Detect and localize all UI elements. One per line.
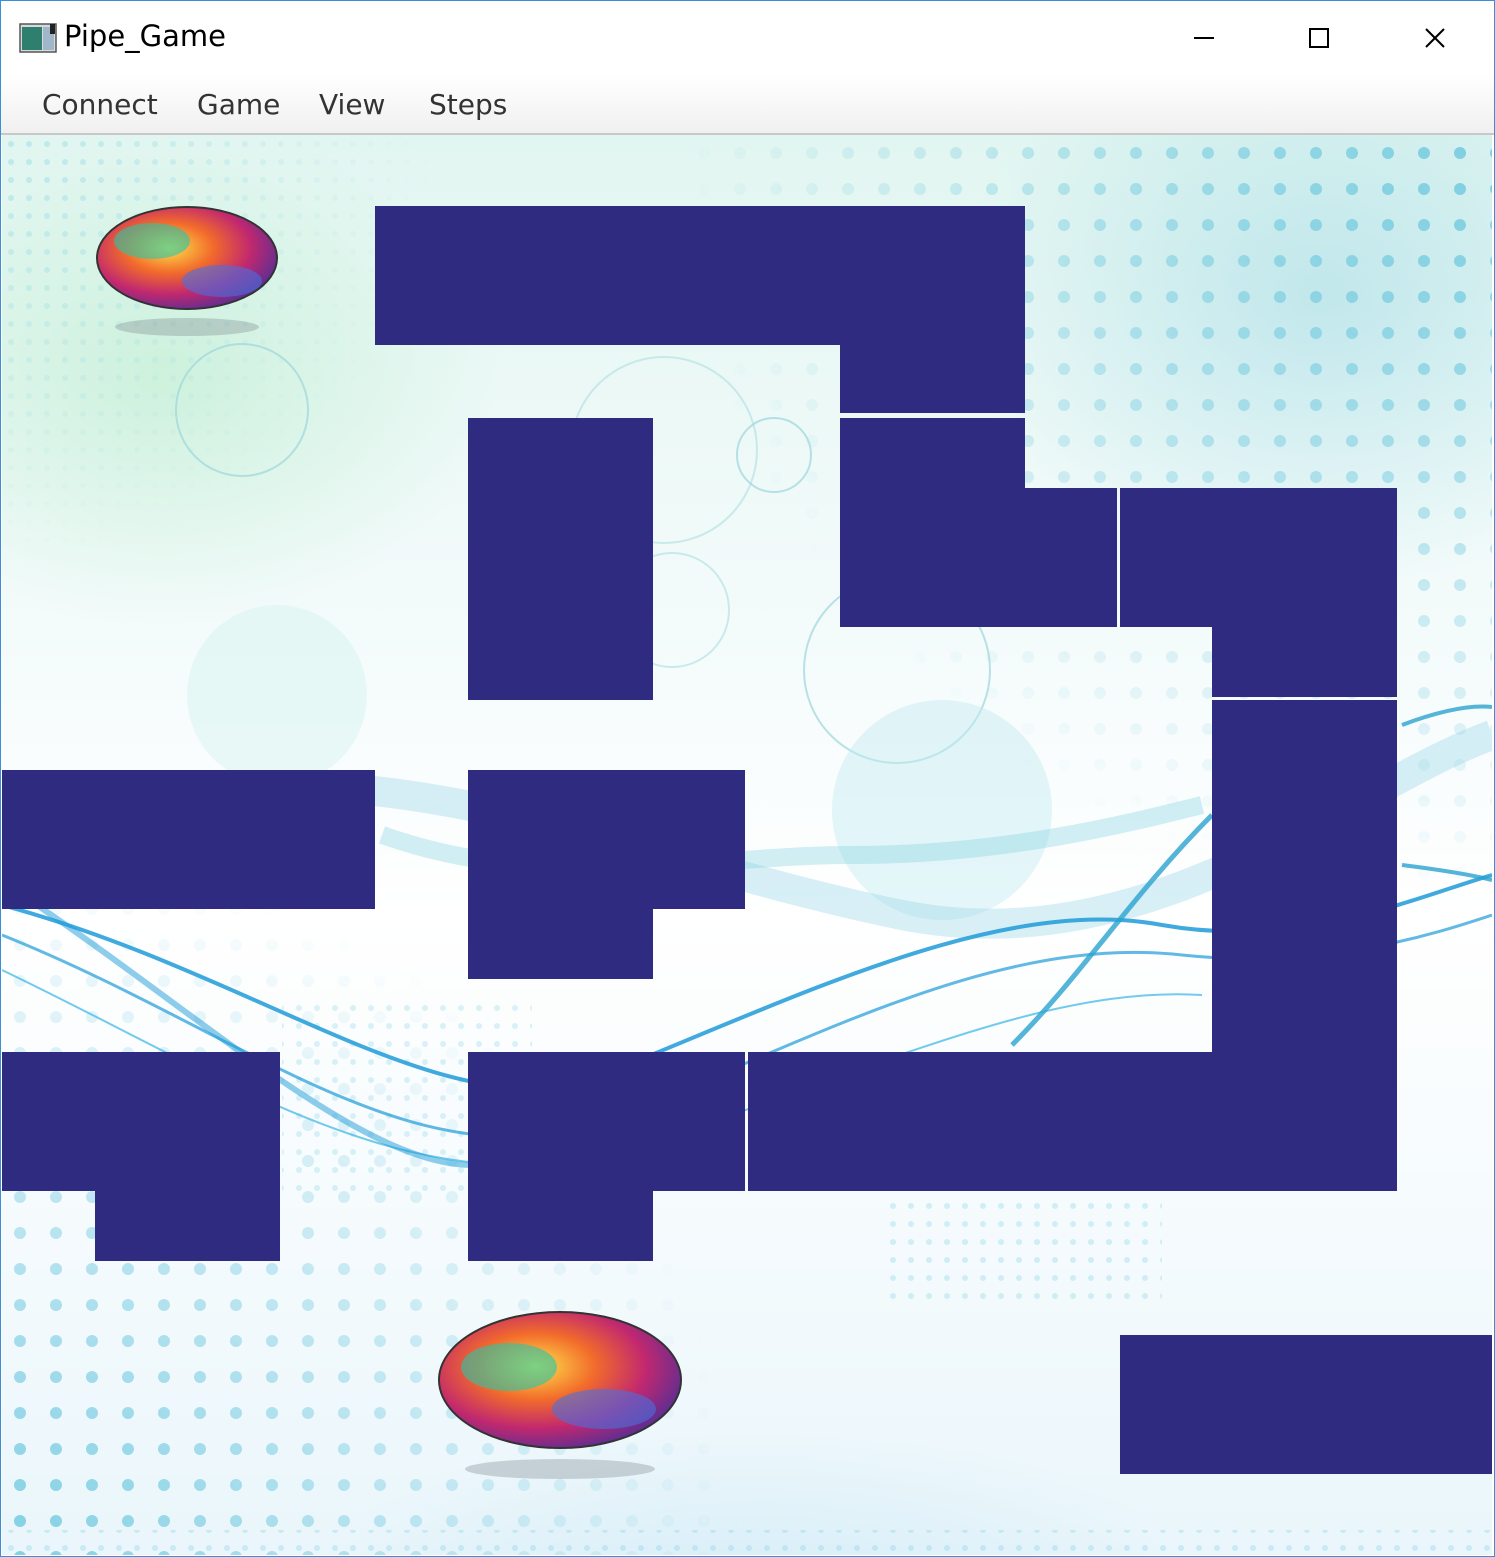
pipe-tile[interactable] — [375, 206, 1025, 345]
menu-bar: Connect Game View Steps — [1, 75, 1494, 135]
start-ball-icon — [96, 206, 278, 336]
app-icon — [19, 23, 57, 53]
pipe-tile[interactable] — [1025, 488, 1117, 627]
menu-view[interactable]: View — [319, 88, 385, 121]
maximize-button[interactable] — [1261, 1, 1377, 75]
game-board[interactable] — [2, 135, 1492, 1555]
pipe-tile[interactable] — [840, 345, 1025, 413]
pipe-tile[interactable] — [840, 418, 1025, 627]
pipe-tile[interactable] — [1212, 627, 1397, 697]
menu-connect[interactable]: Connect — [42, 88, 158, 121]
title-bar[interactable]: Pipe_Game — [1, 1, 1494, 75]
menu-steps[interactable]: Steps — [429, 88, 507, 121]
goal-ball-icon — [438, 1311, 682, 1479]
pipe-tile[interactable] — [468, 1191, 653, 1261]
close-icon — [1425, 28, 1445, 48]
pipe-tile[interactable] — [748, 1052, 1397, 1191]
pipe-tile[interactable] — [468, 770, 745, 909]
pipe-tile[interactable] — [95, 1191, 280, 1261]
pipe-tile[interactable] — [1120, 1335, 1492, 1474]
pipe-tile[interactable] — [468, 909, 653, 979]
menu-game[interactable]: Game — [197, 88, 280, 121]
pipe-tile[interactable] — [468, 418, 653, 700]
pipe-tile[interactable] — [468, 1052, 745, 1191]
pipe-tile[interactable] — [1120, 488, 1397, 627]
pipe-tile[interactable] — [2, 1052, 280, 1191]
close-button[interactable] — [1377, 1, 1493, 75]
pipe-tile[interactable] — [1212, 700, 1397, 1052]
minimize-icon — [1194, 37, 1214, 39]
app-window: Pipe_Game Connect Game View Steps — [0, 0, 1495, 1557]
window-title: Pipe_Game — [64, 19, 226, 53]
maximize-icon — [1309, 28, 1329, 48]
minimize-button[interactable] — [1146, 1, 1262, 75]
pipe-tile[interactable] — [2, 770, 375, 909]
